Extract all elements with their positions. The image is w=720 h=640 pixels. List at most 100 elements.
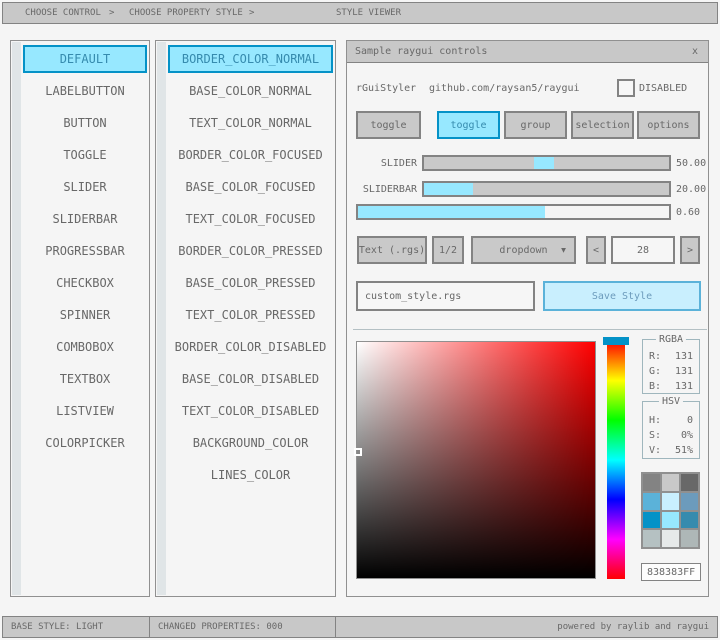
color-picker-marker[interactable] [354, 448, 362, 456]
hsv-groupbox-title: HSV [659, 396, 683, 407]
controls-list-scrollbar[interactable] [12, 42, 21, 595]
list-item-base-color-focused[interactable]: BASE_COLOR_FOCUSED [168, 173, 333, 201]
toggle-group-item-toggle[interactable]: toggle [437, 111, 500, 139]
saturation-label: S: [649, 430, 661, 441]
save-style-button[interactable]: Save Style [543, 281, 701, 311]
list-item-textbox[interactable]: TEXTBOX [23, 365, 147, 393]
list-item-base-color-pressed[interactable]: BASE_COLOR_PRESSED [168, 269, 333, 297]
repo-link[interactable]: github.com/raysan5/raygui [429, 79, 580, 97]
properties-list-panel: BORDER_COLOR_NORMAL BASE_COLOR_NORMAL TE… [155, 40, 336, 597]
close-icon[interactable]: x [690, 46, 700, 57]
sliderbar-fill [424, 183, 473, 195]
breadcrumb-choose-control: CHOOSE CONTROL [25, 8, 101, 18]
list-item-border-color-disabled[interactable]: BORDER_COLOR_DISABLED [168, 333, 333, 361]
spinner-value-field[interactable]: 28 [611, 236, 675, 264]
rgba-groupbox-title: RGBA [656, 334, 686, 345]
hue-slider[interactable] [607, 341, 625, 579]
palette-swatch[interactable] [643, 474, 660, 491]
list-item-labelbutton[interactable]: LABELBUTTON [23, 77, 147, 105]
sliderbar[interactable] [422, 181, 671, 197]
list-item-text-color-disabled[interactable]: TEXT_COLOR_DISABLED [168, 397, 333, 425]
list-item-button[interactable]: BUTTON [23, 109, 147, 137]
window-titlebar[interactable]: Sample raygui controls x [347, 41, 708, 63]
sliderbar-label: SLIDERBAR [356, 181, 417, 197]
palette-swatch[interactable] [643, 493, 660, 510]
green-label: G: [649, 366, 661, 377]
sliderbar-value: 20.00 [676, 181, 706, 197]
palette-swatch[interactable] [662, 474, 679, 491]
list-item-base-color-disabled[interactable]: BASE_COLOR_DISABLED [168, 365, 333, 393]
value-label: V: [649, 445, 661, 456]
slider-label: SLIDER [356, 155, 417, 171]
slider-knob[interactable] [534, 157, 554, 169]
palette-swatch[interactable] [681, 512, 698, 529]
text-rgs-button[interactable]: Text (.rgs) [357, 236, 427, 264]
list-item-text-color-normal[interactable]: TEXT_COLOR_NORMAL [168, 109, 333, 137]
color-saturation-value-picker[interactable] [356, 341, 596, 579]
dropdown-select[interactable]: dropdown ▼ [471, 236, 576, 264]
palette-swatch[interactable] [643, 530, 660, 547]
spinner-decrement-button[interactable]: < [586, 236, 606, 264]
divider-line [353, 329, 707, 330]
chevron-right-icon: > [109, 8, 114, 18]
list-item-combobox[interactable]: COMBOBOX [23, 333, 147, 361]
hue-slider-selector[interactable] [603, 337, 629, 345]
green-value: 131 [675, 366, 693, 377]
palette-swatch[interactable] [681, 474, 698, 491]
progressbar-fill [358, 206, 545, 218]
list-item-border-color-pressed[interactable]: BORDER_COLOR_PRESSED [168, 237, 333, 265]
hue-label: H: [649, 415, 661, 426]
chevron-down-icon: ▼ [561, 246, 566, 255]
saturation-value: 0% [681, 430, 693, 441]
breadcrumb-style-viewer: STYLE VIEWER [336, 8, 401, 18]
app-name-label: rGuiStyler [356, 79, 416, 97]
list-item-text-color-pressed[interactable]: TEXT_COLOR_PRESSED [168, 301, 333, 329]
list-item-border-color-focused[interactable]: BORDER_COLOR_FOCUSED [168, 141, 333, 169]
disabled-checkbox[interactable] [617, 79, 635, 97]
toggle-group-item-group[interactable]: group [504, 111, 567, 139]
list-item-sliderbar[interactable]: SLIDERBAR [23, 205, 147, 233]
hue-value: 0 [687, 415, 693, 426]
status-powered-by: powered by raylib and raygui [335, 616, 718, 638]
red-value: 131 [675, 351, 693, 362]
progressbar-value: 0.60 [676, 204, 700, 220]
list-item-checkbox[interactable]: CHECKBOX [23, 269, 147, 297]
list-item-default[interactable]: DEFAULT [23, 45, 147, 73]
list-item-background-color[interactable]: BACKGROUND_COLOR [168, 429, 333, 457]
rgba-groupbox: RGBA R: 131 G: 131 B: 131 [642, 339, 700, 394]
toggle-group-item-options[interactable]: options [637, 111, 700, 139]
palette-swatch[interactable] [643, 512, 660, 529]
hex-color-input[interactable]: 838383FF [641, 563, 701, 581]
sample-controls-window: Sample raygui controls x rGuiStyler gith… [346, 40, 709, 597]
hsv-groupbox: HSV H: 0 S: 0% V: 51% [642, 401, 700, 459]
list-item-toggle[interactable]: TOGGLE [23, 141, 147, 169]
palette-swatch[interactable] [662, 493, 679, 510]
list-item-lines-color[interactable]: LINES_COLOR [168, 461, 333, 489]
value-value: 51% [675, 445, 693, 456]
toggle-button[interactable]: toggle [356, 111, 421, 139]
red-label: R: [649, 351, 661, 362]
breadcrumb: CHOOSE CONTROL > CHOOSE PROPERTY STYLE >… [2, 2, 718, 24]
list-item-border-color-normal[interactable]: BORDER_COLOR_NORMAL [168, 45, 333, 73]
palette-swatch[interactable] [681, 493, 698, 510]
palette-swatch[interactable] [662, 512, 679, 529]
list-item-colorpicker[interactable]: COLORPICKER [23, 429, 147, 457]
blue-label: B: [649, 381, 661, 392]
half-toggle-button[interactable]: 1/2 [432, 236, 464, 264]
list-item-base-color-normal[interactable]: BASE_COLOR_NORMAL [168, 77, 333, 105]
filename-input[interactable]: custom_style.rgs [356, 281, 535, 311]
list-item-progressbar[interactable]: PROGRESSBAR [23, 237, 147, 265]
list-item-listview[interactable]: LISTVIEW [23, 397, 147, 425]
properties-list-scrollbar[interactable] [157, 42, 166, 595]
slider-value: 50.00 [676, 155, 706, 171]
palette-swatch[interactable] [681, 530, 698, 547]
status-changed-properties: CHANGED PROPERTIES: 000 [149, 616, 336, 638]
spinner-increment-button[interactable]: > [680, 236, 700, 264]
toggle-group-item-selection[interactable]: selection [571, 111, 634, 139]
list-item-text-color-focused[interactable]: TEXT_COLOR_FOCUSED [168, 205, 333, 233]
status-base-style: BASE STYLE: LIGHT [2, 616, 150, 638]
list-item-spinner[interactable]: SPINNER [23, 301, 147, 329]
palette-swatch[interactable] [662, 530, 679, 547]
slider[interactable] [422, 155, 671, 171]
list-item-slider[interactable]: SLIDER [23, 173, 147, 201]
